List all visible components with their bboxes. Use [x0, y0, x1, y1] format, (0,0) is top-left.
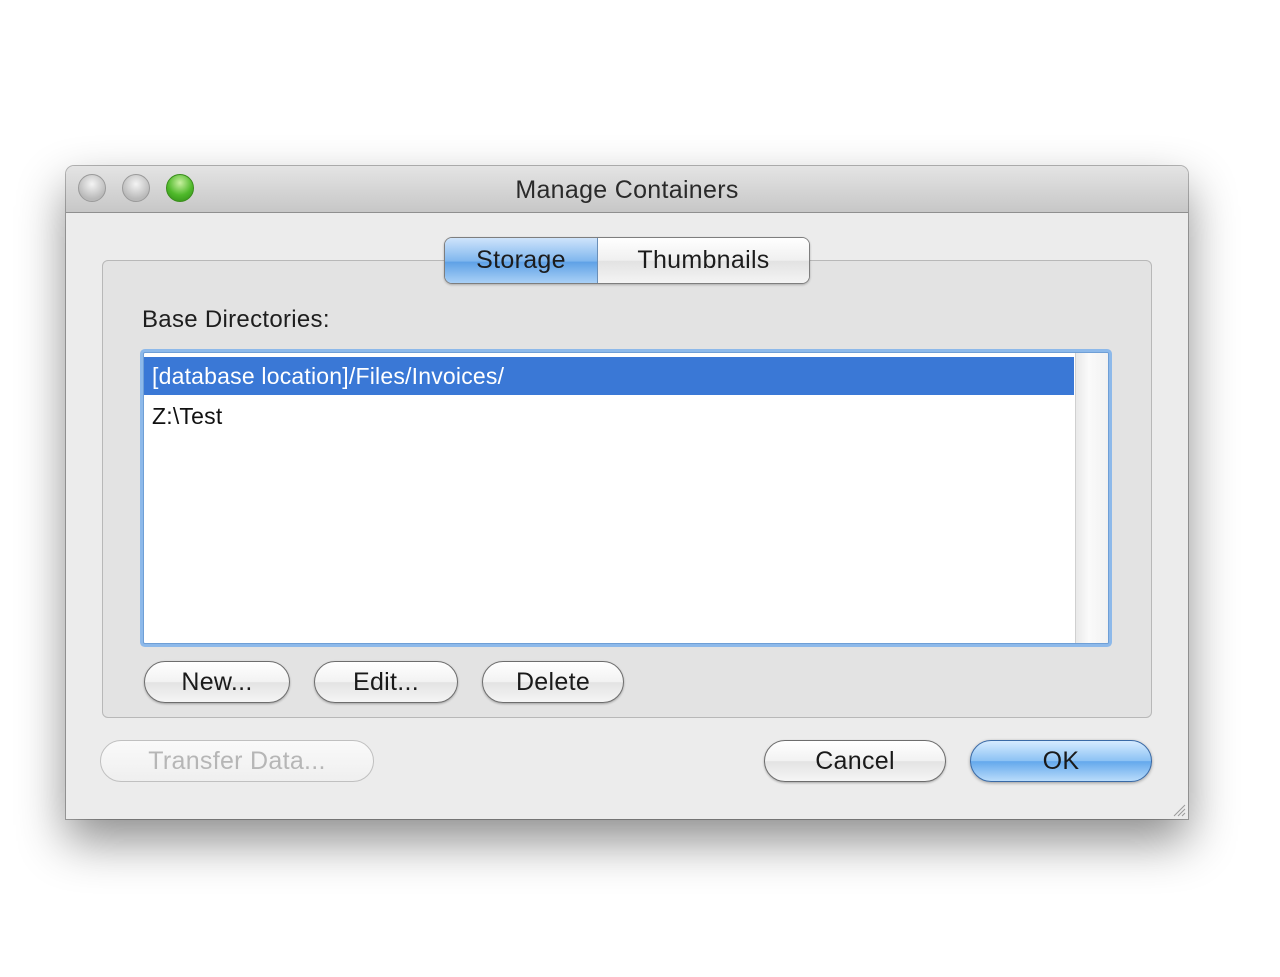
cancel-button[interactable]: Cancel	[764, 740, 946, 782]
tab-thumbnails[interactable]: Thumbnails	[598, 238, 809, 283]
base-directories-label: Base Directories:	[142, 306, 330, 333]
manage-containers-dialog: Manage Containers Storage Thumbnails Bas…	[66, 166, 1188, 819]
list-item[interactable]: Z:\Test	[144, 397, 1074, 435]
resize-grip-icon[interactable]	[1172, 803, 1186, 817]
title-bar[interactable]: Manage Containers	[66, 166, 1188, 213]
new-button[interactable]: New...	[144, 661, 290, 703]
base-directories-list[interactable]: [database location]/Files/Invoices/ Z:\T…	[143, 352, 1109, 644]
screen: Manage Containers Storage Thumbnails Bas…	[0, 0, 1280, 977]
list-item[interactable]: [database location]/Files/Invoices/	[144, 357, 1074, 395]
vertical-scrollbar[interactable]	[1075, 353, 1108, 643]
transfer-data-button[interactable]: Transfer Data...	[100, 740, 374, 782]
tab-bar: Storage Thumbnails	[444, 237, 810, 284]
window-title: Manage Containers	[515, 176, 739, 204]
edit-button[interactable]: Edit...	[314, 661, 458, 703]
ok-button[interactable]: OK	[970, 740, 1152, 782]
tab-storage[interactable]: Storage	[445, 238, 598, 283]
delete-button[interactable]: Delete	[482, 661, 624, 703]
